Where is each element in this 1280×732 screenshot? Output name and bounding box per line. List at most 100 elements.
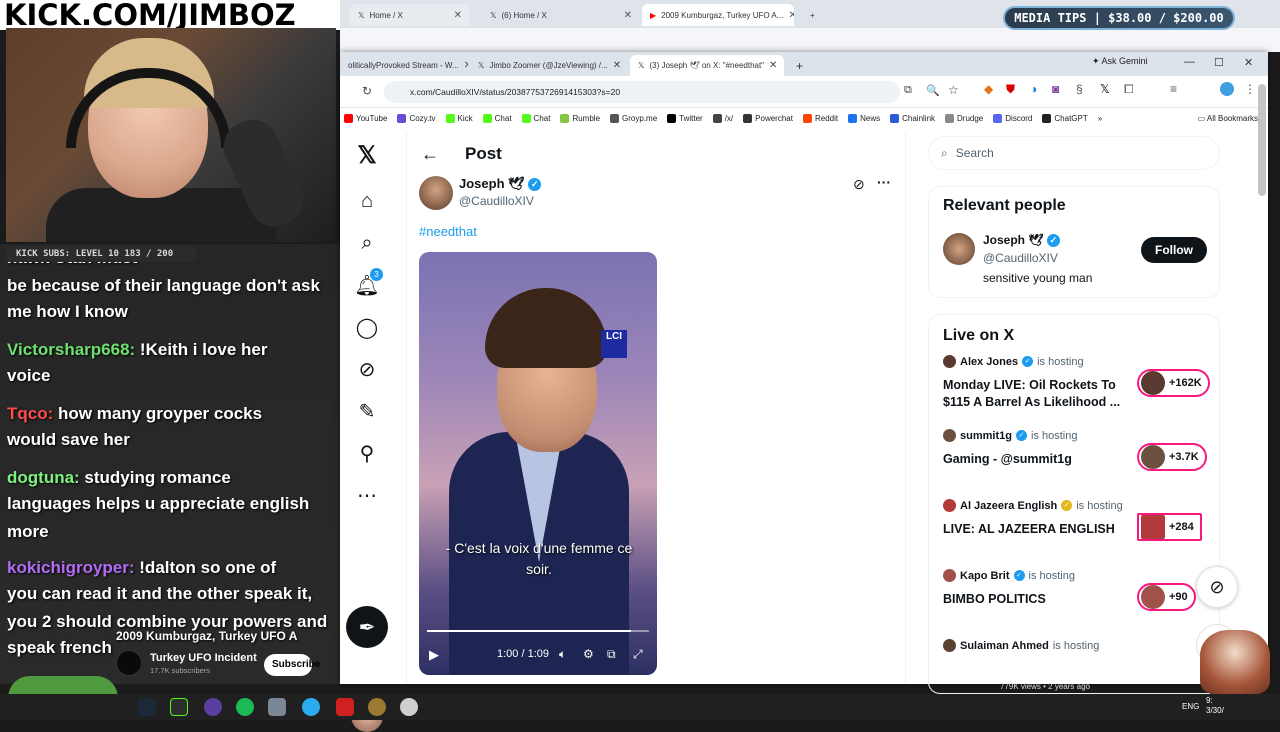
live-title-text[interactable]: BIMBO POLITICS (943, 591, 1129, 608)
bookmark-item[interactable]: Powerchat (743, 113, 793, 123)
live-listener-pill[interactable]: +284 (1137, 513, 1202, 541)
tab[interactable]: 𝕏 Jimbo Zoomer (@JzeViewing) /... ✕ (470, 55, 626, 76)
bookmark-item[interactable]: Discord (993, 113, 1032, 123)
back-tab[interactable]: 𝕏 Home / X ✕ (350, 4, 470, 26)
bookmark-item[interactable]: Reddit (802, 113, 838, 123)
more-icon[interactable]: ⋯ (354, 482, 380, 508)
bookmark-item[interactable]: Twitter (667, 113, 703, 123)
search-input[interactable]: ⌕ Search (928, 136, 1220, 170)
files-icon[interactable] (268, 698, 286, 716)
search-icon[interactable]: ⌕ (354, 230, 380, 256)
reload-icon[interactable]: ↻ (362, 84, 372, 98)
author-name[interactable]: Joseph 🕊 ✓ (459, 176, 542, 192)
live-host[interactable]: summit1g ✓ is hosting (943, 429, 1077, 442)
more-options-icon[interactable]: ··· (877, 174, 891, 190)
x-extension-icon[interactable]: 𝕏 (1100, 82, 1110, 96)
close-window-icon[interactable]: ✕ (1244, 56, 1253, 69)
live-listener-pill[interactable]: +3.7K (1137, 443, 1207, 471)
pip-icon[interactable]: ⧉ (607, 647, 616, 662)
chat-username[interactable]: Victorsharp668: (7, 340, 135, 359)
video-player[interactable]: LCI - C'est la voix d'une femme ce soir.… (419, 252, 657, 675)
lists-icon[interactable]: ✎ (354, 398, 380, 424)
play-icon[interactable]: ▶ (429, 647, 439, 663)
grok-icon[interactable]: ⊘ (354, 356, 380, 382)
volume-icon[interactable]: 🔈︎ (559, 647, 566, 662)
grok-icon[interactable]: ⊘ (853, 176, 865, 193)
channel-name[interactable]: Turkey UFO Incident (150, 652, 257, 664)
chat-username[interactable]: dogtuna: (7, 468, 80, 487)
bookmark-item[interactable]: /x/ (712, 113, 733, 123)
app-icon[interactable] (400, 698, 418, 716)
zoom-icon[interactable]: 🔍 (926, 84, 940, 97)
chat-username[interactable]: kokichigroyper: (7, 558, 135, 577)
x-logo-icon[interactable]: 𝕏 (354, 142, 380, 169)
shield-icon[interactable]: ⛊ (1006, 82, 1015, 97)
app-icon[interactable] (368, 698, 386, 716)
puzzle-icon[interactable]: ⧠ (1124, 82, 1134, 97)
chat-username[interactable]: Tqco: (7, 404, 53, 423)
live-listener-pill[interactable]: +162K (1137, 369, 1210, 397)
bookmark-item[interactable]: Chainlink (890, 113, 935, 123)
close-icon[interactable]: ✕ (769, 60, 777, 71)
live-host[interactable]: Alex Jones ✓ is hosting (943, 355, 1084, 368)
follow-button[interactable]: Follow (1141, 237, 1207, 263)
close-icon[interactable]: ✕ (788, 10, 794, 21)
terminal-icon[interactable] (170, 698, 188, 716)
bookmark-item[interactable]: News (848, 113, 880, 123)
grok-float-icon[interactable]: ⊘ (1196, 566, 1238, 608)
star-icon[interactable]: ☆ (948, 83, 959, 97)
metamask-icon[interactable]: ◆ (984, 82, 993, 96)
menu-icon[interactable]: ≡ (1170, 82, 1177, 96)
kebab-menu-icon[interactable]: ⋮ (1244, 82, 1256, 96)
screen-icon[interactable]: ⧉ (904, 84, 912, 97)
live-host[interactable]: Sulaiman Ahmed is hosting (943, 639, 1099, 652)
close-icon[interactable]: ✕ (624, 10, 632, 21)
new-tab-button[interactable]: + (788, 55, 808, 76)
notifications-icon[interactable]: 🔔︎ 3 (354, 268, 383, 298)
fullscreen-icon[interactable]: ⤢ (633, 647, 643, 662)
ask-gemini-button[interactable]: ✦ Ask Gemini (1092, 56, 1148, 67)
bookmark-item[interactable]: YouTube (344, 113, 387, 123)
live-listener-pill[interactable]: +90 (1137, 583, 1196, 611)
bookmark-item[interactable]: Kick (445, 113, 473, 123)
new-tab-button[interactable]: + (802, 4, 822, 26)
spotify-icon[interactable] (236, 698, 254, 716)
clock[interactable]: 9: 3/30/ (1206, 696, 1224, 716)
bookmark-item[interactable]: Groyp.me (610, 113, 657, 123)
video-progress-bar[interactable] (427, 630, 649, 632)
channel-avatar[interactable] (116, 650, 142, 676)
bookmark-item[interactable]: Drudge (945, 113, 983, 123)
back-tab-active[interactable]: ▶ 2009 Kumburgaz, Turkey UFO A... ✕ (642, 4, 794, 26)
live-host[interactable]: Kapo Brit ✓ is hosting (943, 569, 1075, 582)
language-indicator[interactable]: ENG (1182, 702, 1199, 711)
extension-icon[interactable]: ◙ (1052, 82, 1059, 96)
back-arrow-icon[interactable]: ← (421, 144, 439, 165)
close-icon[interactable]: ✕ (464, 60, 468, 71)
author-handle[interactable]: @CaudilloXIV (459, 194, 534, 208)
minimize-icon[interactable]: — (1184, 56, 1195, 68)
settings-gear-icon[interactable]: ⚙ (583, 647, 594, 661)
url-input[interactable]: x.com/CaudilloXIV/status/203877537269141… (384, 81, 900, 103)
tab-active[interactable]: 𝕏 (3) Joseph 🕊 on X: "#needthat" ✕ (630, 55, 784, 76)
hashtag-link[interactable]: #needthat (419, 224, 477, 239)
extension-icon[interactable]: § (1076, 82, 1083, 96)
profile-icon[interactable] (1220, 82, 1234, 96)
telegram-icon[interactable] (302, 698, 320, 716)
live-title-text[interactable]: LIVE: AL JAZEERA ENGLISH (943, 521, 1129, 538)
live-host[interactable]: Al Jazeera English ✓ is hosting (943, 499, 1123, 512)
bookmark-item[interactable]: Cozy.tv (397, 113, 436, 123)
bookmark-item[interactable]: ChatGPT (1042, 113, 1088, 123)
back-tab[interactable]: 𝕏 (6) Home / X ✕ (482, 4, 640, 26)
live-title-text[interactable]: Monday LIVE: Oil Rockets To $115 A Barre… (943, 377, 1129, 411)
maximize-icon[interactable]: ☐ (1214, 56, 1224, 69)
obs-icon[interactable] (204, 698, 222, 716)
subscribe-button[interactable]: Subscribe (264, 654, 320, 676)
app-icon[interactable] (336, 698, 354, 716)
bookmark-item[interactable]: Rumble (560, 113, 600, 123)
relevant-name[interactable]: Joseph 🕊 ✓ (983, 233, 1060, 248)
avatar[interactable] (943, 233, 975, 265)
author-avatar[interactable] (419, 176, 453, 210)
bookmark-item[interactable]: Chat (482, 113, 512, 123)
close-icon[interactable]: ✕ (613, 60, 621, 71)
relevant-handle[interactable]: @CaudilloXIV (983, 251, 1058, 265)
